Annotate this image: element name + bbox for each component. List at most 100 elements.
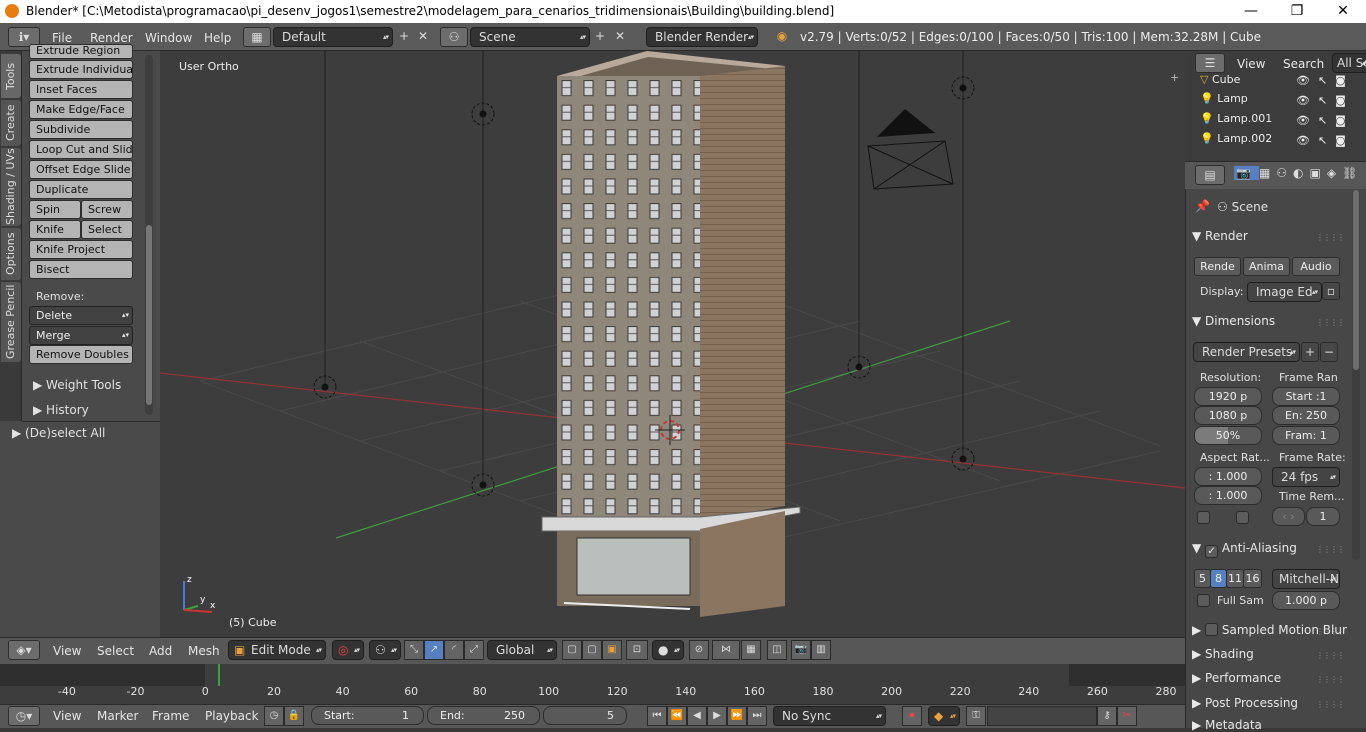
resolution-percent-slider[interactable]: 50% <box>1194 426 1262 445</box>
insert-keyframe-icon[interactable]: ⚷ <box>1097 706 1117 726</box>
prev-keyframe-icon[interactable]: ⏪ <box>667 706 687 726</box>
make-edge-face-button[interactable]: Make Edge/Face <box>29 100 133 119</box>
layer-2-icon[interactable]: ▢ <box>582 640 602 660</box>
start-frame-field[interactable]: Start: 1 <box>311 706 424 725</box>
tab-create[interactable]: Create <box>1 100 21 146</box>
editor-type-timeline-icon[interactable]: ◷▾ <box>8 706 40 726</box>
viewport-shading-select[interactable]: ◎ <box>332 640 364 660</box>
frame-step-field[interactable]: Fram: 1 <box>1272 426 1340 445</box>
current-frame-marker[interactable] <box>218 664 221 686</box>
tab-options[interactable]: Options <box>1 228 21 280</box>
weight-tools-panel[interactable]: ▶ Weight Tools <box>33 378 121 392</box>
menu-file[interactable]: File <box>52 31 72 45</box>
view3d-menu-view[interactable]: View <box>53 644 81 658</box>
snap-target-icon[interactable]: ▦ <box>741 640 761 660</box>
border-checkbox[interactable] <box>1197 511 1210 524</box>
aa-samples-16[interactable]: 16 <box>1243 569 1262 588</box>
close-icon[interactable]: ✕ <box>1320 0 1366 23</box>
aa-samples-8[interactable]: 8 <box>1210 569 1227 588</box>
screen-layout-icon[interactable]: ▦ <box>243 27 271 47</box>
aa-samples-5[interactable]: 5 <box>1194 569 1211 588</box>
keying-set-icon[interactable]: ⚿ <box>966 706 986 726</box>
inset-faces-button[interactable]: Inset Faces <box>29 80 133 99</box>
outliner-item-lamp-001[interactable]: 💡 Lamp.001 <box>1200 112 1272 125</box>
menu-help[interactable]: Help <box>204 31 231 45</box>
loop-cut-slide-button[interactable]: Loop Cut and Slide <box>29 140 133 159</box>
minimize-icon[interactable]: — <box>1228 0 1274 23</box>
visibility-toggles[interactable]: 👁↖◙ <box>1296 74 1354 87</box>
aa-samples-11[interactable]: 11 <box>1226 569 1244 588</box>
outliner-item-lamp-002[interactable]: 💡 Lamp.002 <box>1200 132 1272 145</box>
anti-aliasing-section-header[interactable]: ▼ ✓ Anti-Aliasing ⋮⋮⋮⋮ <box>1192 541 1345 558</box>
aa-filter-select[interactable]: Mitchell-N <box>1272 569 1340 589</box>
add-preset-icon[interactable]: + <box>1301 342 1319 362</box>
render-button[interactable]: Rende <box>1194 257 1241 276</box>
add-layout-icon[interactable]: + <box>394 27 414 47</box>
resolution-x-field[interactable]: 1920 p <box>1194 387 1262 406</box>
aspect-x-field[interactable]: : 1.000 <box>1194 467 1262 486</box>
filter-size-field[interactable]: 1.000 p <box>1272 591 1340 610</box>
mode-select[interactable]: ▣ Edit Mode <box>228 640 326 660</box>
anti-aliasing-checkbox[interactable]: ✓ <box>1205 545 1219 558</box>
translate-manipulator-icon[interactable]: ↗ <box>424 640 444 660</box>
offset-edge-slide-button[interactable]: Offset Edge Slide <box>29 160 133 179</box>
render-presets-select[interactable]: Render Presets <box>1193 342 1300 362</box>
render-still-icon[interactable]: 📷 <box>791 640 811 660</box>
scene-icon[interactable]: ⚇ <box>440 27 468 47</box>
menu-render[interactable]: Render <box>90 31 133 45</box>
frame-end-field[interactable]: En: 250 <box>1272 406 1340 425</box>
shading-section-header[interactable]: ▶ Shading ⋮⋮⋮⋮ <box>1192 647 1345 661</box>
subdivide-button[interactable]: Subdivide <box>29 120 133 139</box>
tool-shelf-scrollbar[interactable] <box>145 55 153 415</box>
view3d-menu-select[interactable]: Select <box>97 644 134 658</box>
delete-keyframe-icon[interactable]: ✂ <box>1117 706 1137 726</box>
scale-manipulator-icon[interactable]: ⤢ <box>464 640 484 660</box>
next-keyframe-icon[interactable]: ⏩ <box>727 706 747 726</box>
view3d-menu-mesh[interactable]: Mesh <box>188 644 220 658</box>
duplicate-button[interactable]: Duplicate <box>29 180 133 199</box>
use-preview-range-icon[interactable]: ◷ <box>264 706 284 726</box>
layer-3-icon[interactable]: ▣ <box>602 640 622 660</box>
outliner-item-cube[interactable]: ▽ Cube <box>1200 73 1240 86</box>
knife-project-button[interactable]: Knife Project <box>29 240 133 259</box>
current-frame-field[interactable]: 5 <box>543 706 627 725</box>
keying-set-field[interactable] <box>987 706 1097 726</box>
rotate-manipulator-icon[interactable]: ◜ <box>444 640 464 660</box>
extrude-region-button[interactable]: Extrude Region <box>29 44 133 59</box>
visibility-toggles[interactable]: 👁↖◙ <box>1296 134 1354 147</box>
frame-start-field[interactable]: Start :1 <box>1272 387 1340 406</box>
outliner-menu-search[interactable]: Search <box>1283 57 1324 71</box>
screen-layout-select[interactable]: Default <box>273 27 393 47</box>
pivot-point-select[interactable]: ⚇ <box>369 640 401 660</box>
visibility-toggles[interactable]: 👁↖◙ <box>1296 114 1354 127</box>
knife-select-button[interactable]: Select <box>81 220 133 239</box>
properties-editor-icon[interactable]: ▤ <box>1195 165 1225 185</box>
screw-button[interactable]: Screw <box>81 200 133 219</box>
opengl-render-icon[interactable]: ◫ <box>767 640 787 660</box>
snap-toggle-icon[interactable]: ⊘ <box>689 640 709 660</box>
timeline-menu-frame[interactable]: Frame <box>152 709 189 723</box>
resolution-y-field[interactable]: 1080 p <box>1194 406 1262 425</box>
end-frame-field[interactable]: End: 250 <box>427 706 540 725</box>
full-sample-checkbox[interactable] <box>1197 594 1210 607</box>
extrude-individual-button[interactable]: Extrude Individual <box>29 60 133 79</box>
deselect-all-panel[interactable]: ▶ (De)select All <box>12 426 105 440</box>
tab-tools[interactable]: Tools <box>1 54 21 98</box>
remove-scene-icon[interactable]: ✕ <box>610 27 630 47</box>
tab-grease-pencil[interactable]: Grease Pencil <box>1 282 21 362</box>
frame-rate-select[interactable]: 24 fps <box>1272 467 1340 487</box>
lock-interface-icon[interactable]: ▫ <box>1322 282 1340 300</box>
timeline-menu-marker[interactable]: Marker <box>97 709 138 723</box>
sampled-motion-blur-header[interactable]: ▶ Sampled Motion Blur ⋮⋮⋮⋮ <box>1192 623 1347 637</box>
jump-start-icon[interactable]: ⏮ <box>647 706 667 726</box>
outliner-menu-view[interactable]: View <box>1237 57 1265 71</box>
outliner-item-lamp[interactable]: 💡 Lamp <box>1200 92 1248 105</box>
render-anim-icon[interactable]: ▥ <box>811 640 831 660</box>
render-section-header[interactable]: ▼ Render ⋮⋮⋮⋮ <box>1192 229 1345 243</box>
timeline-menu-view[interactable]: View <box>53 709 81 723</box>
editor-type-3dview-icon[interactable]: ◈▾ <box>8 640 40 660</box>
audio-button[interactable]: Audio <box>1292 257 1340 276</box>
manipulator-toggle-icon[interactable]: ⤡ <box>404 640 424 660</box>
properties-scrollbar[interactable] <box>1352 190 1360 560</box>
outliner-display-select[interactable]: All Sc <box>1332 53 1366 73</box>
